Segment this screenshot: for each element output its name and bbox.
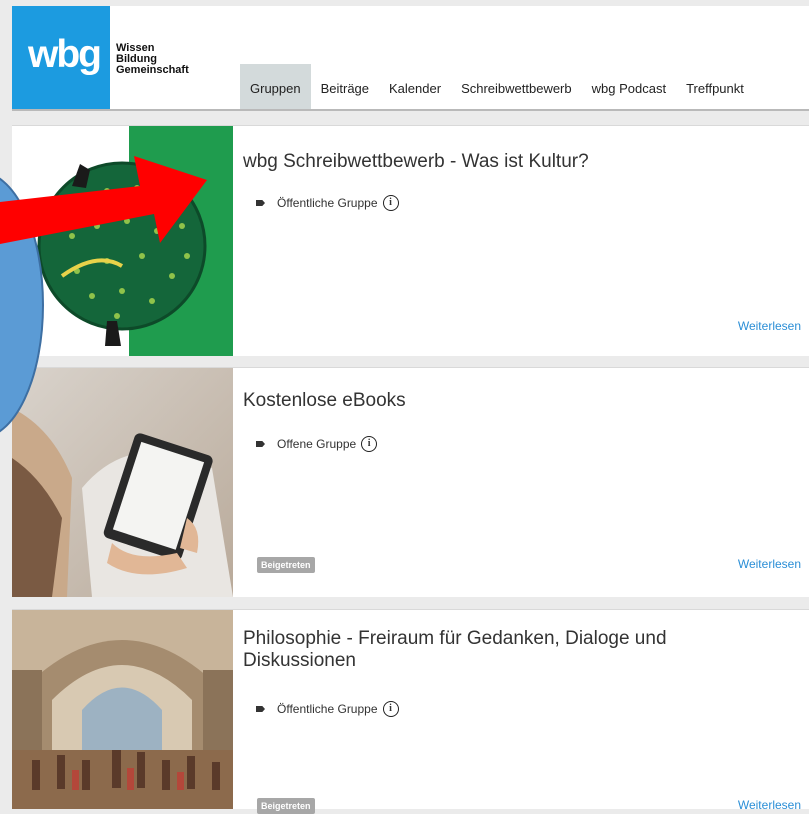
tag-icon [256, 706, 265, 712]
site-header: wbg Wissen Bildung Gemeinschaft Gruppen … [12, 6, 809, 109]
nav-item-podcast[interactable]: wbg Podcast [582, 64, 676, 109]
read-more-link[interactable]: Weiterlesen [738, 319, 801, 333]
school-of-athens-painting [12, 610, 233, 809]
joined-badge: Beigetreten [257, 798, 315, 814]
logo-mark: wbg [28, 33, 102, 76]
main-nav: Gruppen Beiträge Kalender Schreibwettbew… [240, 64, 754, 109]
group-card[interactable]: Philosophie - Freiraum für Gedanken, Dia… [12, 609, 809, 814]
group-thumbnail-globe[interactable] [12, 126, 233, 356]
group-type-label: Öffentliche Gruppe [277, 702, 378, 716]
info-icon[interactable]: i [382, 195, 399, 211]
logo-line-3: Gemeinschaft [116, 64, 189, 76]
logo-text: Wissen Bildung Gemeinschaft [116, 43, 189, 76]
group-card[interactable]: wbg Schreibwettbewerb - Was ist Kultur? … [12, 125, 809, 356]
tag-icon [256, 441, 265, 447]
tag-icon [256, 200, 265, 206]
group-type: Öffentliche Gruppe i [256, 701, 399, 717]
nav-item-gruppen[interactable]: Gruppen [240, 64, 311, 109]
info-icon[interactable]: i [361, 436, 378, 452]
read-more-link[interactable]: Weiterlesen [738, 557, 801, 571]
group-thumbnail-philosophy[interactable] [12, 610, 233, 809]
group-title[interactable]: Philosophie - Freiraum für Gedanken, Dia… [243, 628, 763, 672]
group-thumbnail-ereader[interactable] [12, 368, 233, 597]
nav-item-kalender[interactable]: Kalender [379, 64, 451, 109]
joined-badge: Beigetreten [257, 557, 315, 573]
group-type: Offene Gruppe i [256, 436, 378, 452]
read-more-link[interactable]: Weiterlesen [738, 798, 801, 812]
header-divider [12, 109, 809, 111]
group-type-label: Öffentliche Gruppe [277, 196, 378, 210]
globe-illustration [12, 126, 233, 356]
group-card[interactable]: Kostenlose eBooks Offene Gruppe i Beiget… [12, 367, 809, 597]
nav-item-schreibwettbewerb[interactable]: Schreibwettbewerb [451, 64, 582, 109]
group-title[interactable]: Kostenlose eBooks [243, 390, 406, 412]
ereader-photo [12, 368, 233, 597]
group-type-label: Offene Gruppe [277, 437, 357, 451]
group-title[interactable]: wbg Schreibwettbewerb - Was ist Kultur? [243, 151, 589, 173]
info-icon[interactable]: i [382, 701, 399, 717]
group-type: Öffentliche Gruppe i [256, 195, 399, 211]
nav-item-beitraege[interactable]: Beiträge [311, 64, 379, 109]
nav-item-treffpunkt[interactable]: Treffpunkt [676, 64, 754, 109]
logo[interactable]: wbg [12, 6, 110, 109]
